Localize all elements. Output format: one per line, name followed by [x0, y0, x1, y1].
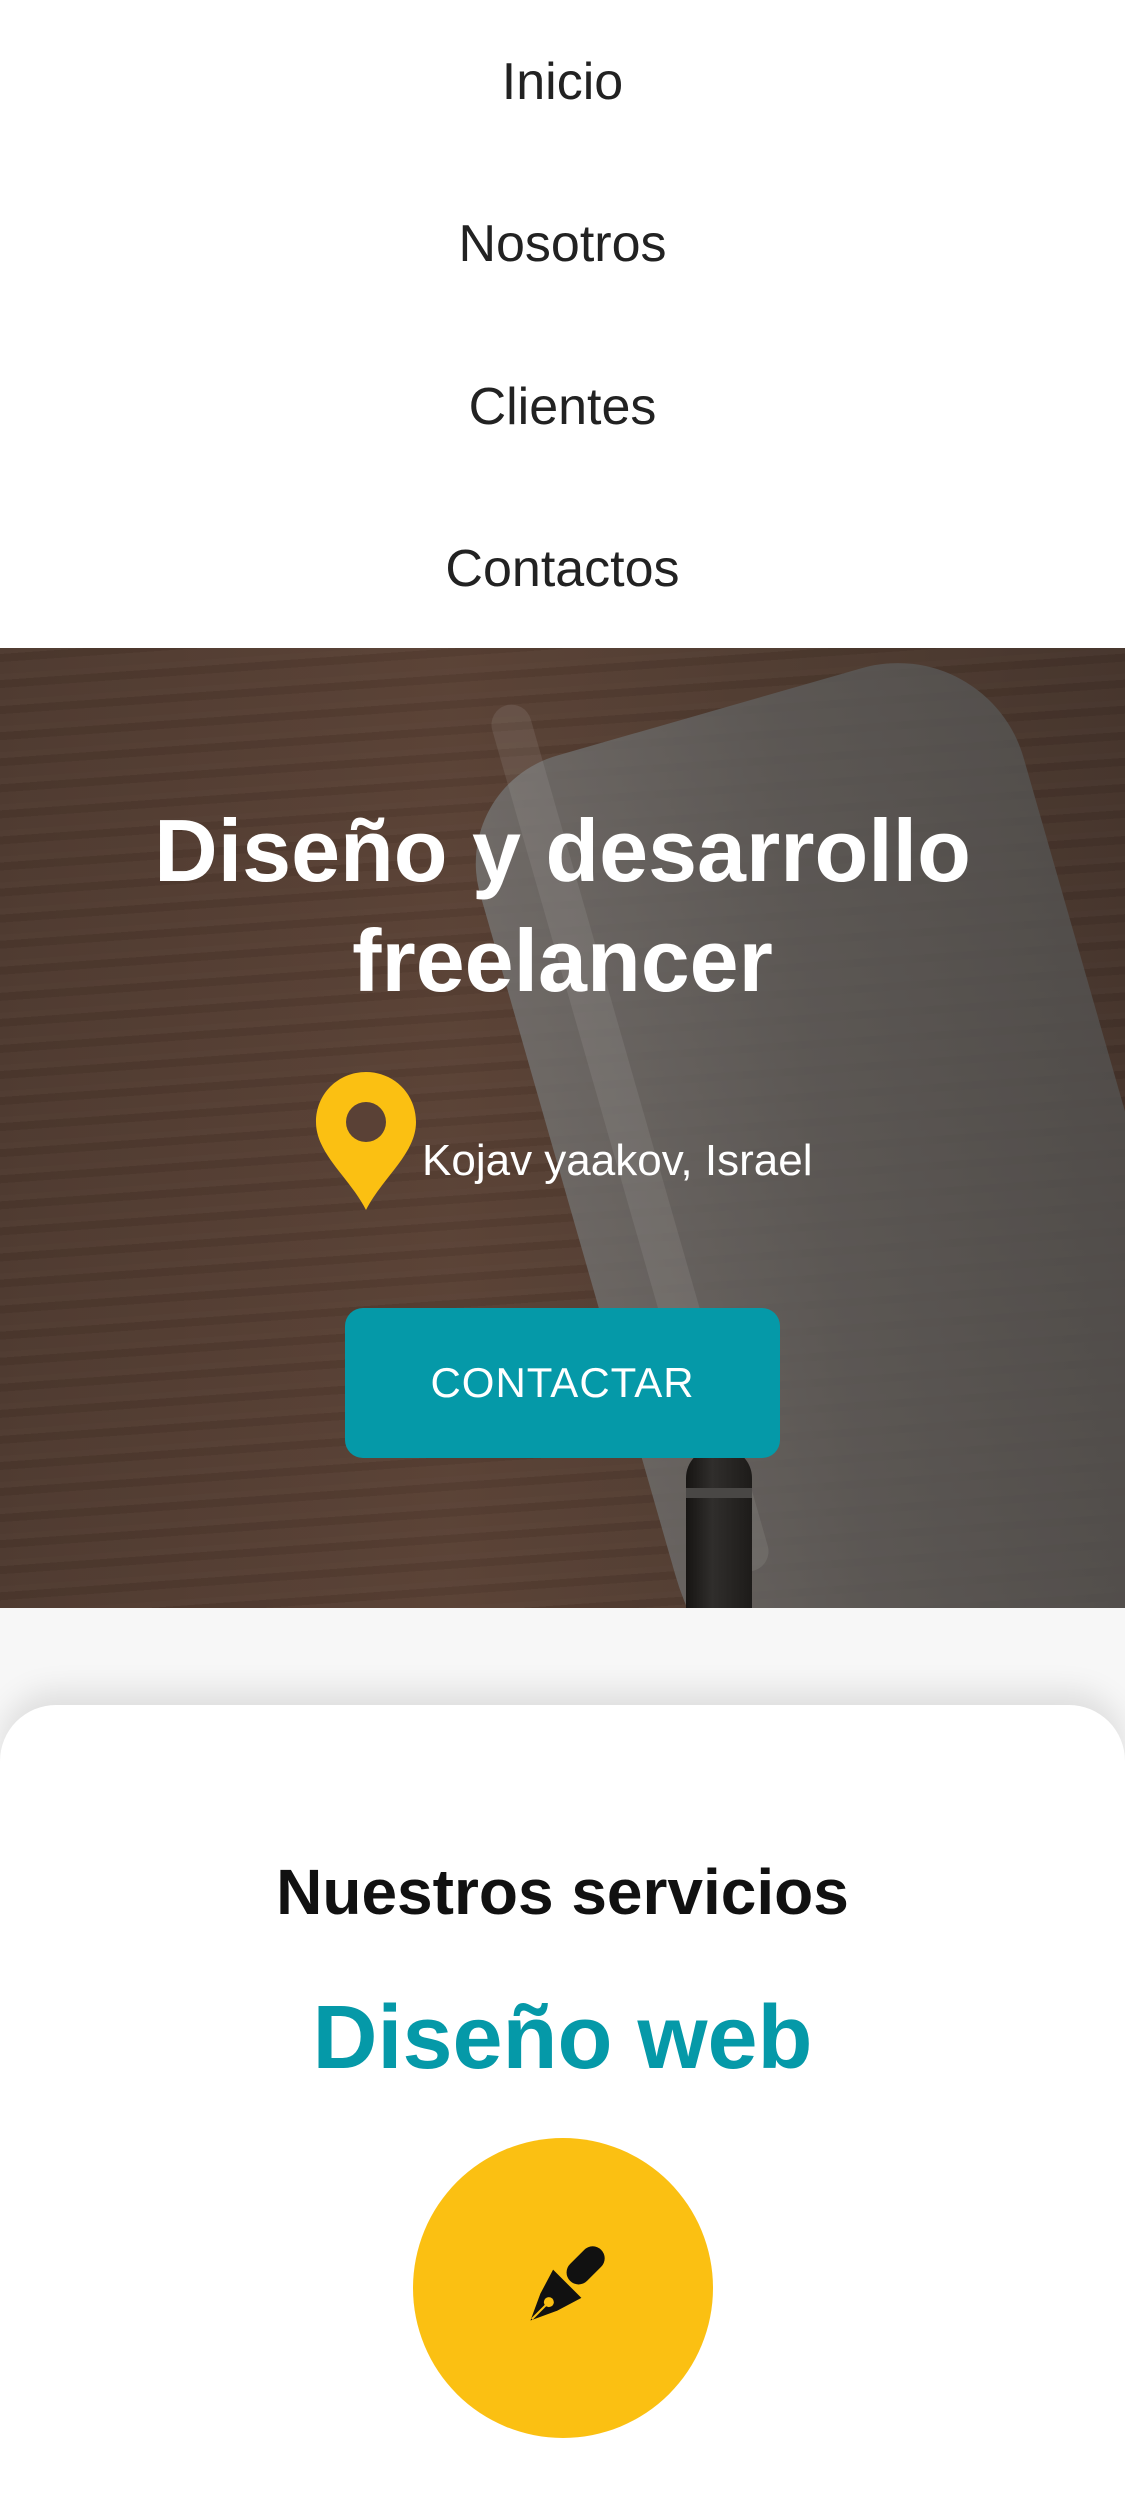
nav-item-contactos[interactable]: Contactos	[0, 539, 1125, 599]
location-text: Kojav yaakov, Israel	[422, 1136, 813, 1185]
hero-title: Diseño y desarrollo freelancer	[154, 801, 971, 1010]
services-section: Nuestros servicios Diseño web	[0, 1705, 1125, 2505]
hero-section: Diseño y desarrollo freelancer Kojav yaa…	[0, 648, 1125, 1608]
nav-item-inicio[interactable]: Inicio	[0, 52, 1125, 112]
nav-item-clientes[interactable]: Clientes	[0, 377, 1125, 437]
service-icon-circle	[413, 2138, 713, 2438]
services-heading: Nuestros servicios	[276, 1856, 849, 1928]
contact-button[interactable]: CONTACTAR	[345, 1308, 780, 1458]
main-nav: Inicio Nosotros Clientes Contactos	[0, 0, 1125, 648]
map-pin-icon	[316, 1072, 416, 1210]
location: Kojav yaakov, Israel	[310, 1066, 812, 1216]
pen-nib-icon	[530, 2246, 605, 2321]
nav-item-nosotros[interactable]: Nosotros	[0, 214, 1125, 274]
service-title-web-design: Diseño web	[312, 1988, 813, 2088]
